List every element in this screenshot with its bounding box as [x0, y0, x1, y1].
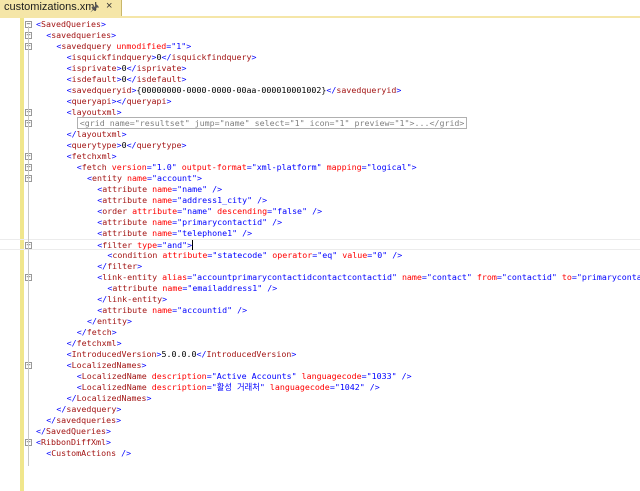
code-line[interactable]: <attribute name="name" /> [0, 184, 640, 195]
code-text: <CustomActions /> [46, 448, 132, 458]
code-line[interactable]: <queryapi></queryapi> [0, 96, 640, 107]
code-line[interactable]: −<savedquery unmodified="1"> [0, 41, 640, 52]
code-text: <RibbonDiffXml> [36, 437, 111, 447]
code-text: <attribute name="primarycontactid" /> [97, 217, 283, 227]
code-text: <attribute name="telephone1" /> [97, 228, 253, 238]
code-line[interactable]: <isquickfindquery>0</isquickfindquery> [0, 52, 640, 63]
code-text: <savedqueryid>{00000000-0000-0000-00aa-0… [66, 85, 402, 95]
code-line[interactable]: </link-entity> [0, 294, 640, 305]
code-line[interactable]: −<entity name="account"> [0, 173, 640, 184]
code-line[interactable]: </SavedQueries> [0, 426, 640, 437]
code-line[interactable]: </savedqueries> [0, 415, 640, 426]
code-line[interactable]: <querytype>0</querytype> [0, 140, 640, 151]
code-line[interactable]: −<LocalizedNames> [0, 360, 640, 371]
code-line[interactable]: <attribute name="emailaddress1" /> [0, 283, 640, 294]
code-line[interactable]: <LocalizedName description="Active Accou… [0, 371, 640, 382]
code-line[interactable]: <IntroducedVersion>5.0.0.0</IntroducedVe… [0, 349, 640, 360]
code-text: </fetchxml> [66, 338, 122, 348]
collapsed-region: <grid name="resultset" jump="name" selec… [76, 117, 468, 129]
code-line[interactable]: <savedqueryid>{00000000-0000-0000-00aa-0… [0, 85, 640, 96]
code-line[interactable]: <CustomActions /> [0, 448, 640, 459]
code-text: <link-entity alias="accountprimarycontac… [97, 272, 640, 282]
tab-title: customizations.xml [4, 1, 97, 13]
code-text: <savedquery unmodified="1"> [56, 41, 192, 51]
code-text: <LocalizedNames> [66, 360, 147, 370]
code-text: <isquickfindquery>0</isquickfindquery> [66, 52, 257, 62]
tab-customizations-xml[interactable]: customizations.xml 🖈 × [0, 0, 122, 16]
code-text: <isprivate>0</isprivate> [66, 63, 187, 73]
code-text: <attribute name="accountid" /> [97, 305, 248, 315]
code-line[interactable]: −<fetchxml> [0, 151, 640, 162]
code-line[interactable]: <condition attribute="statecode" operato… [0, 250, 640, 261]
code-text: </SavedQueries> [36, 426, 111, 436]
code-line[interactable]: <attribute name="telephone1" /> [0, 228, 640, 239]
code-text: <fetchxml> [66, 151, 117, 161]
tab-bar: customizations.xml 🖈 × [0, 0, 640, 16]
code-line[interactable]: <attribute name="primarycontactid" /> [0, 217, 640, 228]
code-line[interactable]: −<filter type="and"> [0, 239, 640, 250]
code-line[interactable]: <isprivate>0</isprivate> [0, 63, 640, 74]
code-line[interactable]: </fetch> [0, 327, 640, 338]
code-line[interactable]: <isdefault>0</isdefault> [0, 74, 640, 85]
code-line[interactable]: </fetchxml> [0, 338, 640, 349]
code-text: </entity> [87, 316, 132, 326]
code-line[interactable]: <attribute name="accountid" /> [0, 305, 640, 316]
code-text: <attribute name="name" /> [97, 184, 223, 194]
code-line[interactable]: </LocalizedNames> [0, 393, 640, 404]
code-text: <querytype>0</querytype> [66, 140, 187, 150]
code-text: <LocalizedName description="활성 거래처" lang… [76, 382, 380, 392]
code-text: </LocalizedNames> [66, 393, 152, 403]
code-text: <savedqueries> [46, 30, 117, 40]
code-line[interactable]: </entity> [0, 316, 640, 327]
code-text: <attribute name="address1_city" /> [97, 195, 268, 205]
code-line[interactable]: </filter> [0, 261, 640, 272]
code-text: <SavedQueries> [36, 19, 106, 29]
fold-guide [28, 26, 29, 466]
code-text: <IntroducedVersion>5.0.0.0</IntroducedVe… [66, 349, 297, 359]
code-text: <fetch version="1.0" output-format="xml-… [76, 162, 417, 172]
code-text: </filter> [97, 261, 143, 271]
code-line[interactable]: </layoutxml> [0, 129, 640, 140]
code-text: </savedqueries> [46, 415, 122, 425]
code-text: <attribute name="emailaddress1" /> [107, 283, 278, 293]
code-line[interactable]: −<savedqueries> [0, 30, 640, 41]
code-line[interactable]: +<grid name="resultset" jump="name" sele… [0, 117, 640, 129]
close-icon[interactable]: × [106, 0, 112, 12]
code-line[interactable]: −<RibbonDiffXml> [0, 437, 640, 448]
code-line[interactable]: <attribute name="address1_city" /> [0, 195, 640, 206]
code-line[interactable]: </savedquery> [0, 404, 640, 415]
xml-editor[interactable]: −<SavedQueries>−<savedqueries>−<savedque… [0, 18, 640, 491]
code-text: <queryapi></queryapi> [66, 96, 172, 106]
code-text: <condition attribute="statecode" operato… [107, 250, 403, 260]
code-text: <isdefault>0</isdefault> [66, 74, 187, 84]
code-line[interactable]: <LocalizedName description="활성 거래처" lang… [0, 382, 640, 393]
code-text: </fetch> [76, 327, 117, 337]
code-text: </savedquery> [56, 404, 122, 414]
code-text: </link-entity> [97, 294, 168, 304]
code-line[interactable]: <order attribute="name" descending="fals… [0, 206, 640, 217]
code-text: <order attribute="name" descending="fals… [97, 206, 323, 216]
text-caret [192, 240, 194, 250]
code-text: <LocalizedName description="Active Accou… [76, 371, 412, 381]
code-line[interactable]: −<fetch version="1.0" output-format="xml… [0, 162, 640, 173]
code-text: </layoutxml> [66, 129, 127, 139]
code-line[interactable]: −<link-entity alias="accountprimaryconta… [0, 272, 640, 283]
code-line[interactable]: − <SavedQueries> [0, 19, 640, 30]
code-text: <entity name="account"> [87, 173, 202, 183]
